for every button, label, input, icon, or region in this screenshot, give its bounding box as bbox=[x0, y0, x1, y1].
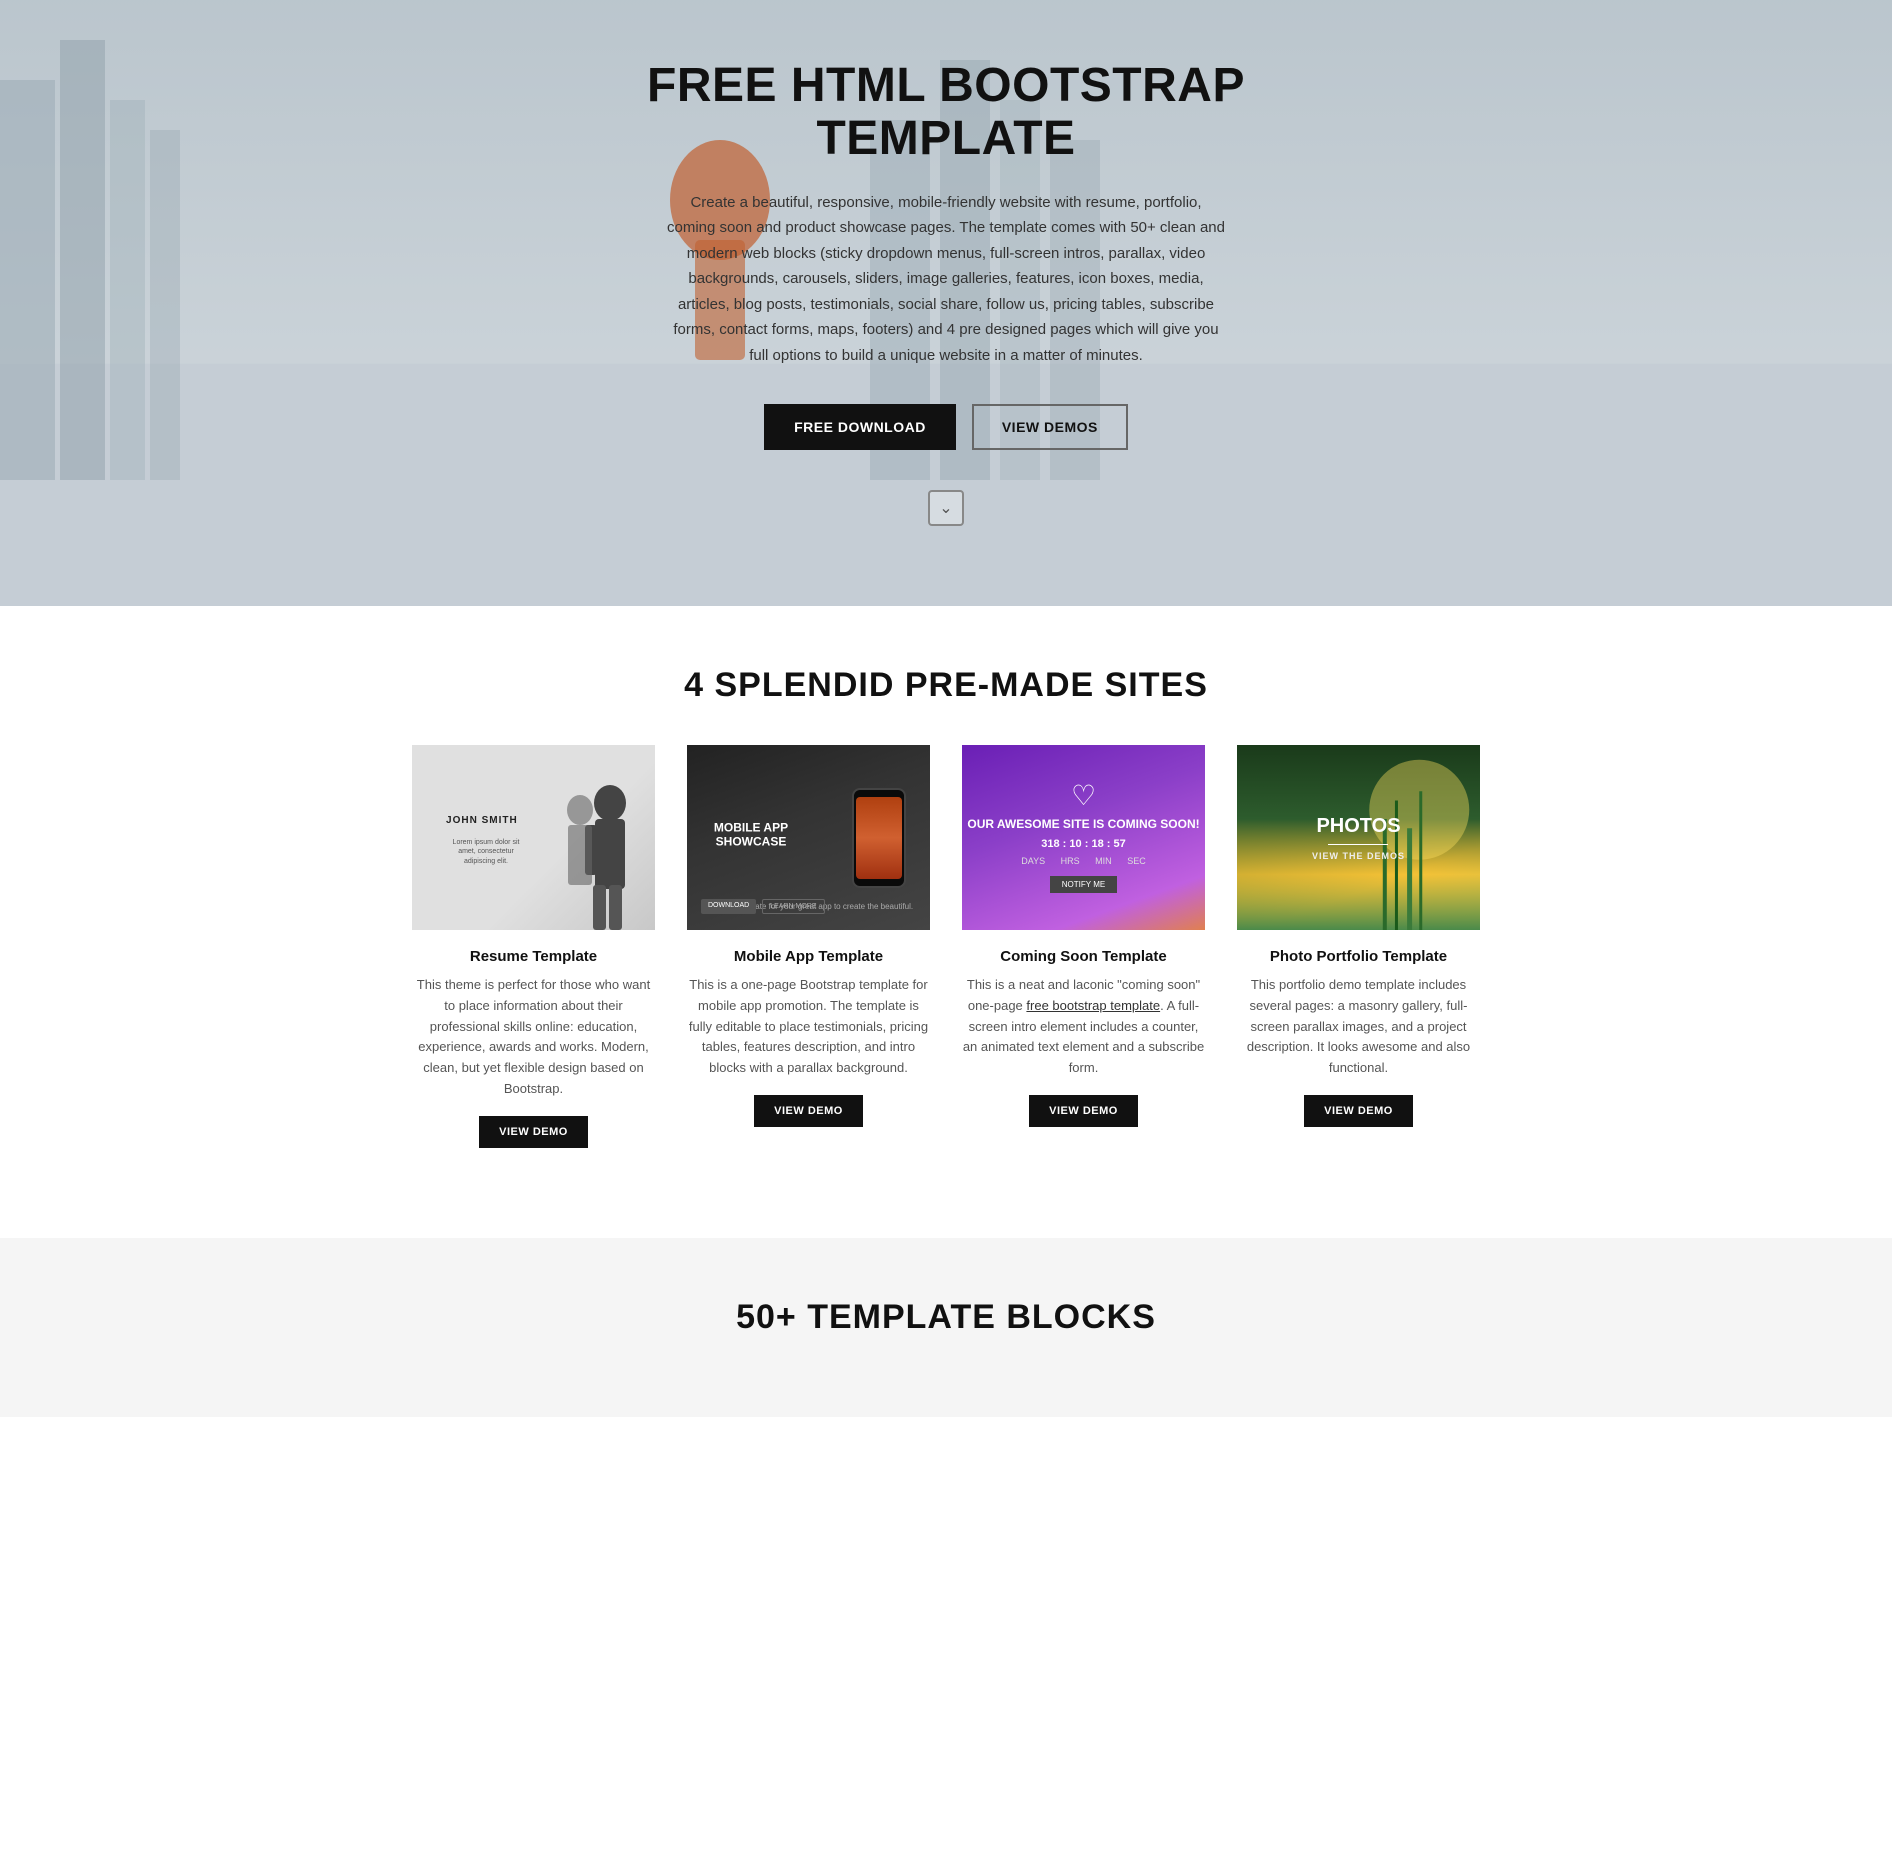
free-download-button[interactable]: FREE DOWNLOAD bbox=[764, 404, 956, 450]
hero-content: FREE HTML BOOTSTRAP TEMPLATE Create a be… bbox=[646, 60, 1246, 526]
coming-soon-counter: 318 : 10 : 18 : 57 bbox=[1041, 838, 1126, 850]
label-secs: SEC bbox=[1127, 856, 1146, 866]
phone-screen bbox=[856, 797, 902, 879]
counter-labels: DAYS HRS MIN SEC bbox=[1021, 856, 1145, 866]
mobile-demo-buttons: DOWNLOAD LEARN MORE bbox=[701, 899, 825, 914]
cards-grid: JOHN SMITH Lorem ipsum dolor sit amet, c… bbox=[396, 745, 1496, 1178]
photo-portfolio-view-demo-button[interactable]: VIEW DEMO bbox=[1304, 1095, 1413, 1127]
card-resume: JOHN SMITH Lorem ipsum dolor sit amet, c… bbox=[396, 745, 671, 1178]
coming-soon-card-desc: This is a neat and laconic "coming soon"… bbox=[962, 975, 1205, 1079]
hero-buttons: FREE DOWNLOAD VIEW DEMOS bbox=[764, 404, 1128, 450]
counter-mins: 18 bbox=[1091, 838, 1103, 850]
photo-text-overlay: PHOTOS VIEW THE DEMOS bbox=[1312, 815, 1405, 861]
photo-portfolio-thumbnail: PHOTOS VIEW THE DEMOS bbox=[1237, 745, 1480, 930]
photo-title: PHOTOS bbox=[1312, 815, 1405, 838]
view-demos-button[interactable]: VIEW DEMOS bbox=[972, 404, 1128, 450]
coming-soon-view-demo-button[interactable]: VIEW DEMO bbox=[1029, 1095, 1138, 1127]
coming-soon-text: OUR AWESOME SITE IS COMING SOON! bbox=[967, 816, 1199, 833]
card-mobile: MOBILE APPSHOWCASE Excellent template fo… bbox=[671, 745, 946, 1178]
hero-title: FREE HTML BOOTSTRAP TEMPLATE bbox=[646, 60, 1246, 166]
resume-card-desc: This theme is perfect for those who want… bbox=[412, 975, 655, 1100]
resume-thumb-inner: JOHN SMITH Lorem ipsum dolor sit amet, c… bbox=[412, 745, 655, 930]
label-mins: MIN bbox=[1095, 856, 1112, 866]
mobile-thumb-inner: MOBILE APPSHOWCASE Excellent template fo… bbox=[687, 745, 930, 930]
counter-hours: 10 bbox=[1069, 838, 1081, 850]
hero-section: FREE HTML BOOTSTRAP TEMPLATE Create a be… bbox=[0, 0, 1892, 606]
photo-portfolio-card-desc: This portfolio demo template includes se… bbox=[1237, 975, 1480, 1079]
mobile-demo-btn2: LEARN MORE bbox=[762, 899, 824, 914]
counter-secs: 57 bbox=[1114, 838, 1126, 850]
resume-silhouette-svg bbox=[555, 775, 645, 930]
mobile-view-demo-button[interactable]: VIEW DEMO bbox=[754, 1095, 863, 1127]
chevron-down-icon: ⌄ bbox=[939, 498, 952, 518]
resume-view-demo-button[interactable]: VIEW DEMO bbox=[479, 1116, 588, 1148]
resume-person-name: JOHN SMITH bbox=[446, 815, 518, 826]
card-photo-portfolio: PHOTOS VIEW THE DEMOS Photo Portfolio Te… bbox=[1221, 745, 1496, 1178]
mobile-thumbnail: MOBILE APPSHOWCASE Excellent template fo… bbox=[687, 745, 930, 930]
photo-thumb-inner: PHOTOS VIEW THE DEMOS bbox=[1237, 745, 1480, 930]
mobile-card-name: Mobile App Template bbox=[687, 948, 930, 965]
coming-soon-thumbnail: ♡ OUR AWESOME SITE IS COMING SOON! 318 :… bbox=[962, 745, 1205, 930]
coming-thumb-inner: ♡ OUR AWESOME SITE IS COMING SOON! 318 :… bbox=[962, 745, 1205, 930]
resume-person-desc: Lorem ipsum dolor sit amet, consectetur … bbox=[446, 838, 526, 867]
photo-portfolio-card-name: Photo Portfolio Template bbox=[1237, 948, 1480, 965]
counter-sep3: : bbox=[1107, 838, 1114, 850]
phone-shape bbox=[852, 788, 906, 888]
template-blocks-section: 50+ TEMPLATE BLOCKS bbox=[0, 1238, 1892, 1417]
mobile-demo-btn1: DOWNLOAD bbox=[701, 899, 756, 914]
hero-description: Create a beautiful, responsive, mobile-f… bbox=[666, 190, 1226, 369]
label-days: DAYS bbox=[1021, 856, 1045, 866]
photo-subtitle: VIEW THE DEMOS bbox=[1312, 851, 1405, 861]
heart-icon: ♡ bbox=[1071, 782, 1096, 810]
blocks-section-title: 50+ TEMPLATE BLOCKS bbox=[0, 1298, 1892, 1337]
label-sep3 bbox=[1116, 856, 1124, 866]
counter-days: 318 bbox=[1041, 838, 1059, 850]
mobile-showcase-label: MOBILE APPSHOWCASE bbox=[701, 820, 801, 849]
photo-divider bbox=[1328, 844, 1388, 845]
label-sep2 bbox=[1084, 856, 1092, 866]
coming-soon-card-name: Coming Soon Template bbox=[962, 948, 1205, 965]
pre-made-sites-section: 4 SPLENDID PRE-MADE SITES JOHN SMITH Lor… bbox=[0, 606, 1892, 1238]
resume-thumbnail: JOHN SMITH Lorem ipsum dolor sit amet, c… bbox=[412, 745, 655, 930]
card-coming-soon: ♡ OUR AWESOME SITE IS COMING SOON! 318 :… bbox=[946, 745, 1221, 1178]
coming-soon-link[interactable]: free bootstrap template bbox=[1026, 998, 1160, 1013]
mobile-card-desc: This is a one-page Bootstrap template fo… bbox=[687, 975, 930, 1079]
label-hours: HRS bbox=[1061, 856, 1080, 866]
label-sep1 bbox=[1049, 856, 1057, 866]
coming-soon-notify-btn[interactable]: NOTIFY ME bbox=[1050, 876, 1117, 893]
sites-section-title: 4 SPLENDID PRE-MADE SITES bbox=[0, 666, 1892, 705]
scroll-down-button[interactable]: ⌄ bbox=[928, 490, 964, 526]
resume-card-name: Resume Template bbox=[412, 948, 655, 965]
